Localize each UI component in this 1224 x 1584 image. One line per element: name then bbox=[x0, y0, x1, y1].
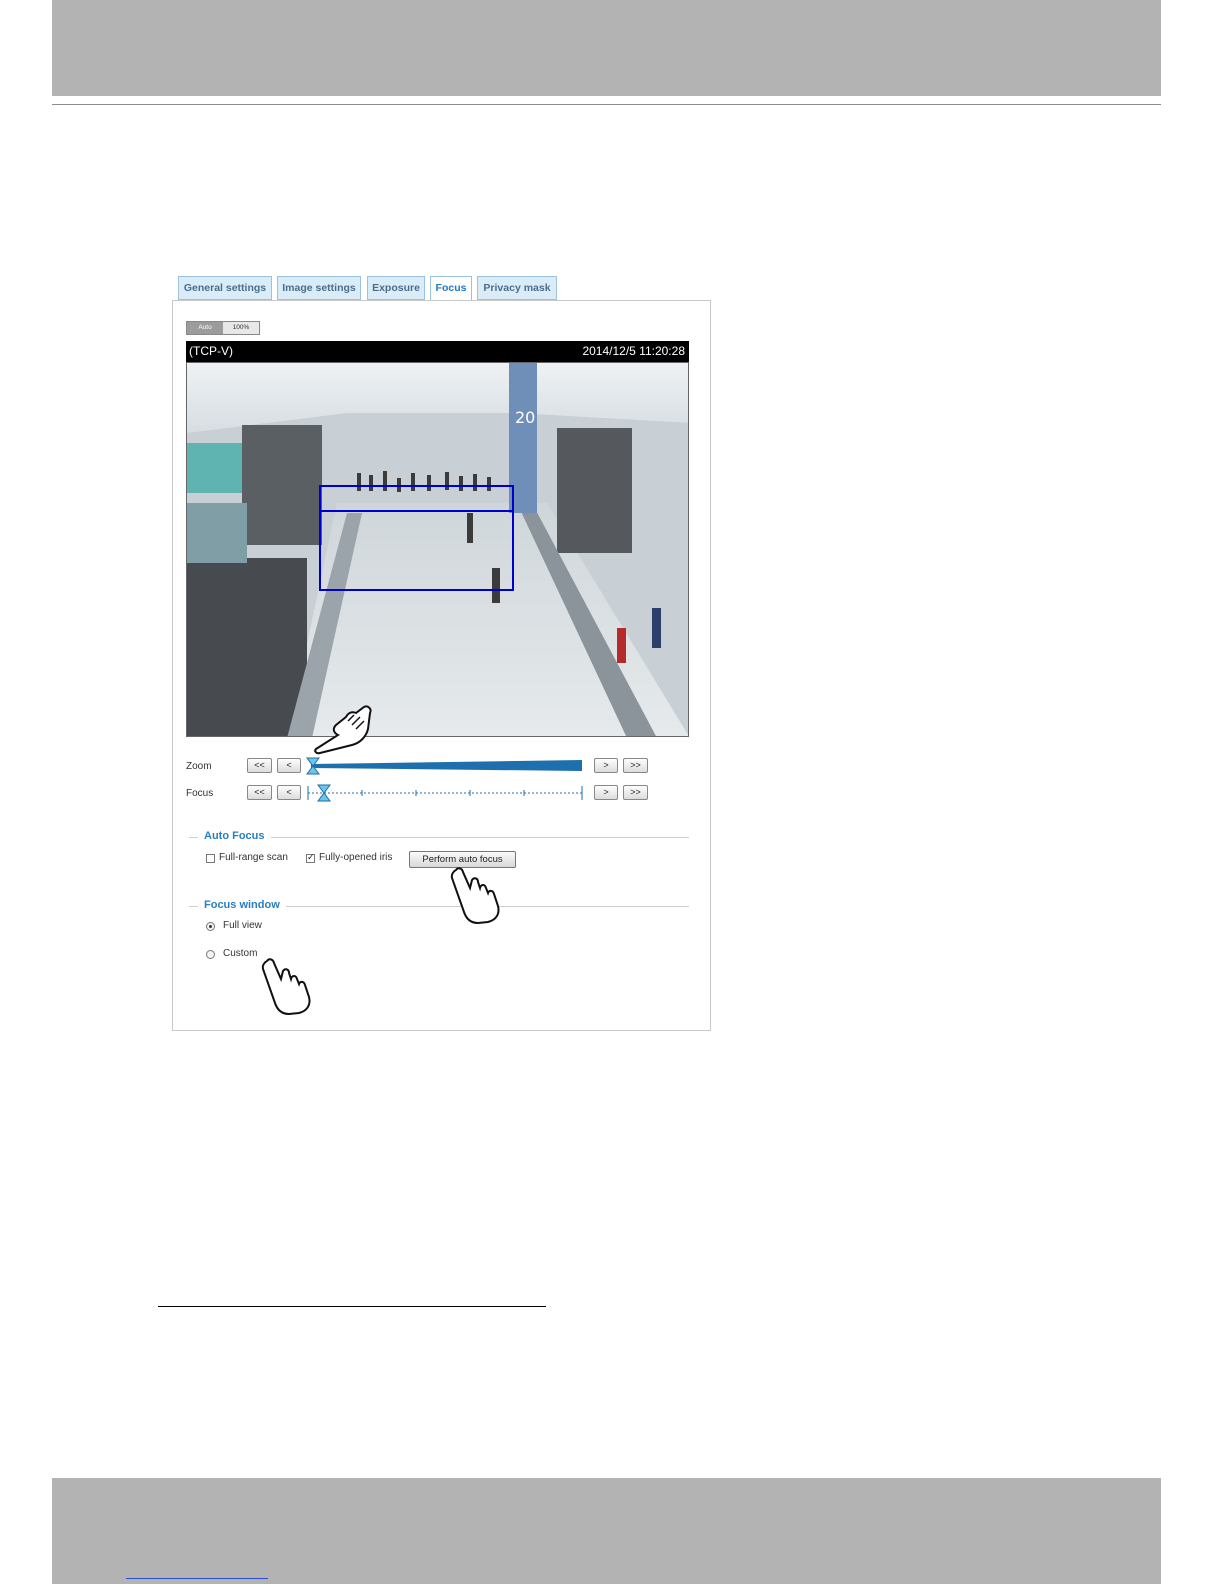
fully-opened-iris-label: Fully-opened iris bbox=[319, 852, 393, 863]
focus-far-max-button[interactable]: >> bbox=[623, 785, 648, 800]
zoom-wide-button[interactable]: < bbox=[277, 758, 301, 773]
zoom-tele-max-button[interactable]: >> bbox=[623, 758, 648, 773]
focus-label: Focus bbox=[186, 788, 214, 799]
video-title-bar: (TCP-V) 2014/12/5 11:20:28 bbox=[186, 341, 689, 362]
page-header-band bbox=[52, 0, 1161, 96]
zoom-slider[interactable] bbox=[306, 755, 586, 777]
hand-pointer-icon bbox=[314, 705, 372, 755]
view-100-option[interactable]: 100% bbox=[223, 322, 259, 334]
focus-far-button[interactable]: > bbox=[594, 785, 618, 800]
full-range-scan-label: Full-range scan bbox=[219, 852, 288, 863]
view-size-toggle[interactable]: Auto 100% bbox=[186, 321, 260, 335]
full-range-scan-checkbox[interactable] bbox=[206, 854, 215, 863]
auto-focus-title: Auto Focus bbox=[198, 830, 271, 842]
zoom-tele-button[interactable]: > bbox=[594, 758, 618, 773]
focus-window-title: Focus window bbox=[198, 899, 286, 911]
tab-exposure[interactable]: Exposure bbox=[367, 276, 425, 300]
footnote-rule bbox=[158, 1306, 546, 1307]
tab-privacy-mask[interactable]: Privacy mask bbox=[477, 276, 557, 300]
airport-scene-image: 20 bbox=[187, 363, 688, 736]
stream-protocol: (TCP-V) bbox=[189, 344, 233, 358]
hand-pointer-icon bbox=[450, 867, 500, 924]
full-view-label: Full view bbox=[223, 920, 262, 931]
tab-general-settings[interactable]: General settings bbox=[178, 276, 272, 300]
stream-timestamp: 2014/12/5 11:20:28 bbox=[582, 344, 685, 358]
zoom-wide-max-button[interactable]: << bbox=[247, 758, 272, 773]
header-rule bbox=[52, 104, 1161, 105]
tab-image-settings[interactable]: Image settings bbox=[277, 276, 361, 300]
footer-link-underline[interactable] bbox=[126, 1578, 268, 1579]
custom-radio[interactable] bbox=[206, 950, 215, 959]
svg-text:20: 20 bbox=[515, 408, 535, 427]
view-auto-option[interactable]: Auto bbox=[187, 322, 223, 334]
custom-label: Custom bbox=[223, 948, 258, 959]
zoom-label: Zoom bbox=[186, 761, 212, 772]
live-video-view[interactable]: 20 bbox=[186, 362, 689, 737]
focus-near-max-button[interactable]: << bbox=[247, 785, 272, 800]
full-view-radio[interactable] bbox=[206, 922, 215, 931]
tab-focus[interactable]: Focus bbox=[430, 276, 472, 301]
focus-slider[interactable] bbox=[306, 782, 586, 804]
hand-pointer-icon bbox=[261, 958, 311, 1015]
fully-opened-iris-checkbox[interactable] bbox=[306, 852, 315, 863]
page-footer-band bbox=[52, 1478, 1161, 1584]
focus-near-button[interactable]: < bbox=[277, 785, 301, 800]
